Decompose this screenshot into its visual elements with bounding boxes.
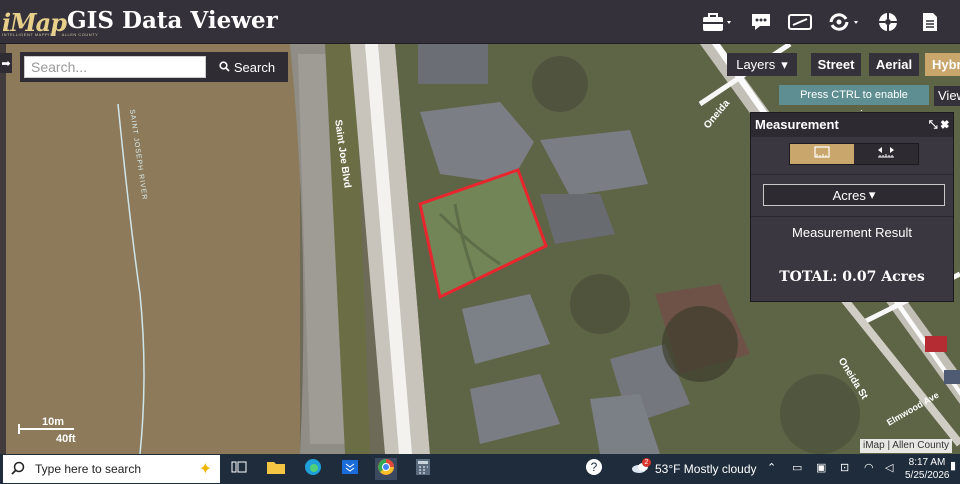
- tray-chevron-icon[interactable]: ⌃: [767, 461, 776, 474]
- search-button[interactable]: Search: [208, 54, 286, 80]
- imap-logo[interactable]: iMap INTELLIGENT MAPPING · ALLEN COUNTY: [0, 6, 98, 38]
- meet-icon[interactable]: ▣: [816, 461, 826, 474]
- measurement-title: Measurement: [755, 117, 839, 132]
- screen-measure-button[interactable]: [786, 10, 814, 34]
- toolbox-button[interactable]: [699, 10, 735, 34]
- caret-down-icon: ▾: [781, 56, 788, 72]
- weather-button[interactable]: 2: [630, 458, 652, 480]
- document-icon: [920, 11, 940, 33]
- close-icon[interactable]: ✖: [941, 119, 949, 131]
- sparkle-icon: ✦: [198, 461, 212, 478]
- document-button[interactable]: [918, 10, 942, 34]
- dropbox-button[interactable]: [339, 458, 361, 480]
- task-view-button[interactable]: [228, 458, 250, 480]
- chat-button[interactable]: [749, 10, 773, 34]
- map-attribution: iMap | Allen County: [860, 439, 952, 453]
- app-title: GIS Data Viewer: [67, 7, 278, 34]
- measurement-tools: [789, 143, 919, 165]
- file-explorer-button[interactable]: [265, 458, 287, 480]
- notifications-icon[interactable]: ▮: [950, 459, 956, 472]
- chrome-icon: [377, 458, 395, 481]
- units-value: Acres: [832, 187, 866, 203]
- globe-icon: [877, 11, 899, 33]
- layers-label: Layers: [736, 57, 776, 72]
- toolbox-icon: [701, 12, 733, 32]
- scale-imperial: 40ft: [56, 433, 76, 445]
- measurement-panel-header: Measurement ⤡ ✖: [751, 113, 953, 137]
- help-icon: ?: [585, 458, 603, 481]
- chat-icon: [750, 12, 772, 32]
- folder-icon: [266, 459, 286, 480]
- clock-time: 8:17 AM: [908, 457, 946, 468]
- area-measure-icon: [813, 145, 831, 164]
- units-dropdown[interactable]: Acres ▾: [763, 184, 945, 206]
- volume-icon[interactable]: ◁: [885, 461, 893, 474]
- basemap-hybrid-button[interactable]: Hybr: [925, 53, 960, 76]
- taskbar-clock[interactable]: 8:17 AM 5/25/2026: [905, 456, 950, 482]
- search-input[interactable]: [24, 56, 206, 78]
- globe-button[interactable]: [876, 10, 900, 34]
- measurement-result-title: Measurement Result: [792, 225, 912, 240]
- edge-button[interactable]: [302, 458, 324, 480]
- weather-badge: 2: [642, 458, 651, 467]
- search-icon: [219, 60, 230, 75]
- collapse-panel-button[interactable]: ➡: [0, 53, 12, 73]
- chrome-button[interactable]: [375, 458, 397, 480]
- divider: [751, 216, 953, 217]
- distance-measure-button[interactable]: [854, 144, 918, 164]
- calculator-icon: [415, 458, 431, 481]
- area-measure-button[interactable]: [790, 144, 854, 164]
- basemap-street-button[interactable]: Street: [811, 53, 861, 76]
- basemap-aerial-button[interactable]: Aerial: [869, 53, 919, 76]
- sync-button[interactable]: [826, 10, 862, 34]
- minimize-icon[interactable]: ⤡: [929, 119, 938, 131]
- sync-icon: [827, 12, 861, 32]
- view-tab[interactable]: View: [934, 86, 960, 106]
- clock-date: 5/25/2026: [905, 470, 950, 481]
- arrow-right-icon: ➡: [1, 57, 11, 70]
- help-button[interactable]: ?: [583, 458, 605, 480]
- divider: [751, 174, 953, 175]
- layers-dropdown[interactable]: Layers ▾: [727, 53, 797, 76]
- app-header: iMap INTELLIGENT MAPPING · ALLEN COUNTY …: [0, 0, 960, 44]
- dropbox-icon: [341, 459, 359, 480]
- scale-bar: [18, 428, 74, 430]
- battery-icon[interactable]: ▭: [792, 461, 802, 474]
- measurement-total: TOTAL: 0.07 Acres: [779, 269, 925, 285]
- scale-metric: 10m: [42, 416, 65, 428]
- task-view-icon: [231, 460, 247, 479]
- taskbar-search[interactable]: Type here to search ✦: [3, 455, 220, 483]
- display-icon[interactable]: ⊡: [840, 461, 849, 474]
- weather-text: 53°F Mostly cloudy: [655, 462, 757, 476]
- wifi-icon[interactable]: ◠: [864, 461, 874, 474]
- distance-measure-icon: [876, 145, 896, 164]
- caret-down-icon: ▾: [868, 187, 876, 202]
- search-icon: [11, 461, 25, 478]
- snapping-tooltip: Press CTRL to enable snapping.: [779, 85, 929, 121]
- calculator-button[interactable]: [412, 458, 434, 480]
- app-window: iMap INTELLIGENT MAPPING · ALLEN COUNTY …: [0, 0, 960, 484]
- measurement-panel: Measurement ⤡ ✖ Acres ▾ Measurement Resu…: [750, 112, 954, 302]
- search-button-label: Search: [233, 59, 276, 75]
- taskbar-search-placeholder: Type here to search: [35, 462, 142, 476]
- svg-text:?: ?: [591, 460, 598, 474]
- screen-measure-icon: [787, 12, 813, 32]
- edge-icon: [304, 458, 322, 481]
